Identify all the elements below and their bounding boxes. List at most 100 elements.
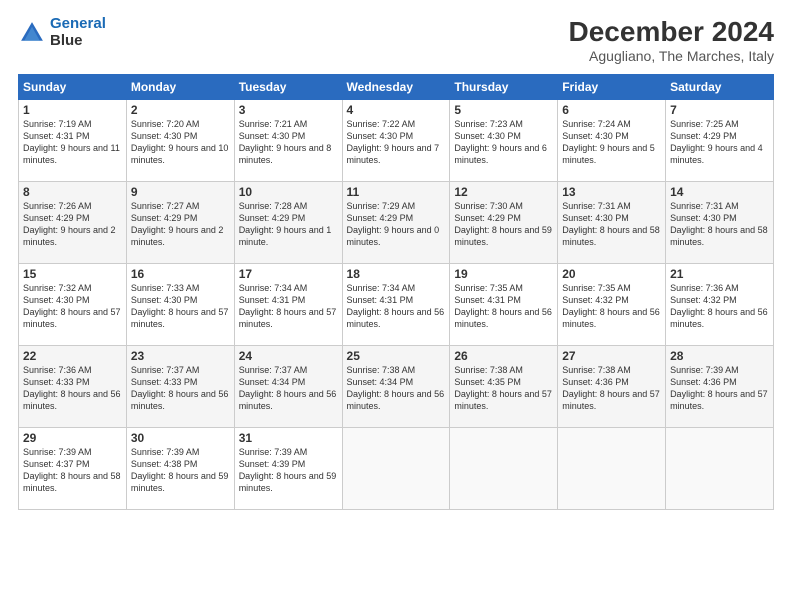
day-number: 15 (23, 267, 122, 281)
table-cell (666, 428, 774, 510)
table-cell: 25Sunrise: 7:38 AMSunset: 4:34 PMDayligh… (342, 346, 450, 428)
cell-info: Sunrise: 7:22 AMSunset: 4:30 PMDaylight:… (347, 118, 446, 167)
day-number: 21 (670, 267, 769, 281)
table-cell: 29Sunrise: 7:39 AMSunset: 4:37 PMDayligh… (19, 428, 127, 510)
cell-info: Sunrise: 7:30 AMSunset: 4:29 PMDaylight:… (454, 200, 553, 249)
day-number: 28 (670, 349, 769, 363)
day-number: 26 (454, 349, 553, 363)
week-row-2: 8Sunrise: 7:26 AMSunset: 4:29 PMDaylight… (19, 182, 774, 264)
day-number: 22 (23, 349, 122, 363)
cell-info: Sunrise: 7:24 AMSunset: 4:30 PMDaylight:… (562, 118, 661, 167)
page: General Blue December 2024 Agugliano, Th… (0, 0, 792, 612)
table-cell: 26Sunrise: 7:38 AMSunset: 4:35 PMDayligh… (450, 346, 558, 428)
cell-info: Sunrise: 7:31 AMSunset: 4:30 PMDaylight:… (670, 200, 769, 249)
cell-info: Sunrise: 7:29 AMSunset: 4:29 PMDaylight:… (347, 200, 446, 249)
table-cell: 22Sunrise: 7:36 AMSunset: 4:33 PMDayligh… (19, 346, 127, 428)
table-cell: 4Sunrise: 7:22 AMSunset: 4:30 PMDaylight… (342, 100, 450, 182)
cell-info: Sunrise: 7:38 AMSunset: 4:35 PMDaylight:… (454, 364, 553, 413)
th-monday: Monday (126, 75, 234, 100)
cell-info: Sunrise: 7:36 AMSunset: 4:32 PMDaylight:… (670, 282, 769, 331)
day-number: 7 (670, 103, 769, 117)
table-cell: 31Sunrise: 7:39 AMSunset: 4:39 PMDayligh… (234, 428, 342, 510)
cell-info: Sunrise: 7:19 AMSunset: 4:31 PMDaylight:… (23, 118, 122, 167)
day-number: 30 (131, 431, 230, 445)
table-cell: 20Sunrise: 7:35 AMSunset: 4:32 PMDayligh… (558, 264, 666, 346)
table-cell: 19Sunrise: 7:35 AMSunset: 4:31 PMDayligh… (450, 264, 558, 346)
table-cell: 9Sunrise: 7:27 AMSunset: 4:29 PMDaylight… (126, 182, 234, 264)
title-block: December 2024 Agugliano, The Marches, It… (569, 16, 774, 64)
day-number: 16 (131, 267, 230, 281)
calendar-table: Sunday Monday Tuesday Wednesday Thursday… (18, 74, 774, 510)
day-number: 6 (562, 103, 661, 117)
table-cell: 8Sunrise: 7:26 AMSunset: 4:29 PMDaylight… (19, 182, 127, 264)
week-row-3: 15Sunrise: 7:32 AMSunset: 4:30 PMDayligh… (19, 264, 774, 346)
table-cell (450, 428, 558, 510)
table-cell: 11Sunrise: 7:29 AMSunset: 4:29 PMDayligh… (342, 182, 450, 264)
day-number: 27 (562, 349, 661, 363)
day-number: 18 (347, 267, 446, 281)
table-cell: 27Sunrise: 7:38 AMSunset: 4:36 PMDayligh… (558, 346, 666, 428)
cell-info: Sunrise: 7:37 AMSunset: 4:33 PMDaylight:… (131, 364, 230, 413)
table-cell: 10Sunrise: 7:28 AMSunset: 4:29 PMDayligh… (234, 182, 342, 264)
table-cell: 18Sunrise: 7:34 AMSunset: 4:31 PMDayligh… (342, 264, 450, 346)
cell-info: Sunrise: 7:34 AMSunset: 4:31 PMDaylight:… (239, 282, 338, 331)
cell-info: Sunrise: 7:32 AMSunset: 4:30 PMDaylight:… (23, 282, 122, 331)
cell-info: Sunrise: 7:26 AMSunset: 4:29 PMDaylight:… (23, 200, 122, 249)
logo-text: General Blue (50, 16, 106, 49)
day-number: 29 (23, 431, 122, 445)
cell-info: Sunrise: 7:20 AMSunset: 4:30 PMDaylight:… (131, 118, 230, 167)
logo: General Blue (18, 16, 106, 49)
cell-info: Sunrise: 7:39 AMSunset: 4:37 PMDaylight:… (23, 446, 122, 495)
cell-info: Sunrise: 7:25 AMSunset: 4:29 PMDaylight:… (670, 118, 769, 167)
table-cell: 23Sunrise: 7:37 AMSunset: 4:33 PMDayligh… (126, 346, 234, 428)
table-cell: 17Sunrise: 7:34 AMSunset: 4:31 PMDayligh… (234, 264, 342, 346)
day-number: 23 (131, 349, 230, 363)
day-number: 1 (23, 103, 122, 117)
day-number: 2 (131, 103, 230, 117)
day-number: 25 (347, 349, 446, 363)
subtitle: Agugliano, The Marches, Italy (569, 48, 774, 64)
logo-line1: General (50, 15, 106, 32)
day-number: 8 (23, 185, 122, 199)
table-cell: 3Sunrise: 7:21 AMSunset: 4:30 PMDaylight… (234, 100, 342, 182)
table-cell (342, 428, 450, 510)
cell-info: Sunrise: 7:39 AMSunset: 4:39 PMDaylight:… (239, 446, 338, 495)
cell-info: Sunrise: 7:28 AMSunset: 4:29 PMDaylight:… (239, 200, 338, 249)
day-number: 14 (670, 185, 769, 199)
cell-info: Sunrise: 7:27 AMSunset: 4:29 PMDaylight:… (131, 200, 230, 249)
day-number: 24 (239, 349, 338, 363)
th-friday: Friday (558, 75, 666, 100)
day-number: 3 (239, 103, 338, 117)
cell-info: Sunrise: 7:35 AMSunset: 4:32 PMDaylight:… (562, 282, 661, 331)
cell-info: Sunrise: 7:21 AMSunset: 4:30 PMDaylight:… (239, 118, 338, 167)
table-cell: 1Sunrise: 7:19 AMSunset: 4:31 PMDaylight… (19, 100, 127, 182)
main-title: December 2024 (569, 16, 774, 48)
table-cell: 7Sunrise: 7:25 AMSunset: 4:29 PMDaylight… (666, 100, 774, 182)
th-saturday: Saturday (666, 75, 774, 100)
day-number: 4 (347, 103, 446, 117)
day-number: 9 (131, 185, 230, 199)
cell-info: Sunrise: 7:38 AMSunset: 4:36 PMDaylight:… (562, 364, 661, 413)
table-cell: 21Sunrise: 7:36 AMSunset: 4:32 PMDayligh… (666, 264, 774, 346)
cell-info: Sunrise: 7:31 AMSunset: 4:30 PMDaylight:… (562, 200, 661, 249)
cell-info: Sunrise: 7:38 AMSunset: 4:34 PMDaylight:… (347, 364, 446, 413)
cell-info: Sunrise: 7:23 AMSunset: 4:30 PMDaylight:… (454, 118, 553, 167)
cell-info: Sunrise: 7:36 AMSunset: 4:33 PMDaylight:… (23, 364, 122, 413)
header: General Blue December 2024 Agugliano, Th… (18, 16, 774, 64)
table-cell: 28Sunrise: 7:39 AMSunset: 4:36 PMDayligh… (666, 346, 774, 428)
table-cell (558, 428, 666, 510)
week-row-1: 1Sunrise: 7:19 AMSunset: 4:31 PMDaylight… (19, 100, 774, 182)
cell-info: Sunrise: 7:33 AMSunset: 4:30 PMDaylight:… (131, 282, 230, 331)
cell-info: Sunrise: 7:35 AMSunset: 4:31 PMDaylight:… (454, 282, 553, 331)
cell-info: Sunrise: 7:39 AMSunset: 4:36 PMDaylight:… (670, 364, 769, 413)
week-row-4: 22Sunrise: 7:36 AMSunset: 4:33 PMDayligh… (19, 346, 774, 428)
table-cell: 5Sunrise: 7:23 AMSunset: 4:30 PMDaylight… (450, 100, 558, 182)
day-number: 13 (562, 185, 661, 199)
day-number: 20 (562, 267, 661, 281)
th-sunday: Sunday (19, 75, 127, 100)
table-cell: 24Sunrise: 7:37 AMSunset: 4:34 PMDayligh… (234, 346, 342, 428)
day-number: 12 (454, 185, 553, 199)
table-cell: 12Sunrise: 7:30 AMSunset: 4:29 PMDayligh… (450, 182, 558, 264)
table-cell: 2Sunrise: 7:20 AMSunset: 4:30 PMDaylight… (126, 100, 234, 182)
table-cell: 16Sunrise: 7:33 AMSunset: 4:30 PMDayligh… (126, 264, 234, 346)
